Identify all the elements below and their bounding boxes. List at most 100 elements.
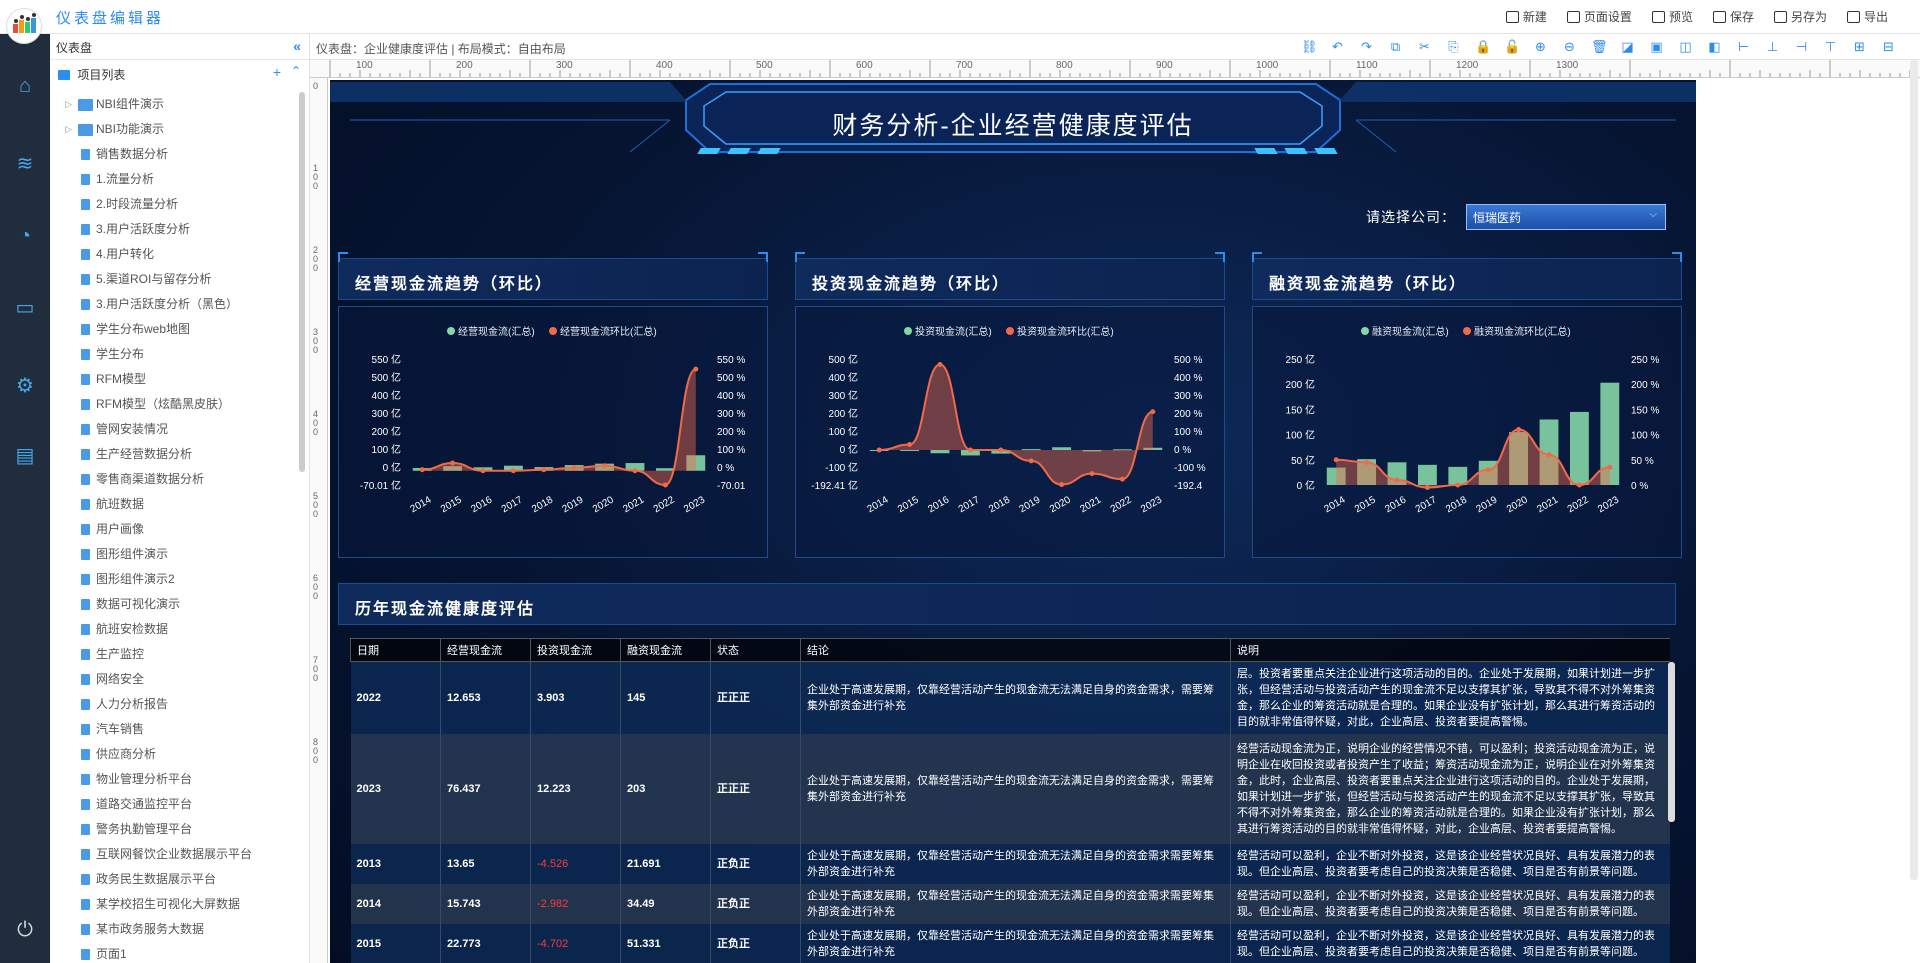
cut-icon[interactable]: ✂ bbox=[1417, 39, 1432, 54]
home-icon[interactable]: ⌂ bbox=[13, 74, 37, 98]
top-action-5[interactable]: 导出 bbox=[1839, 8, 1896, 25]
tree-item[interactable]: 学生分布 bbox=[50, 342, 300, 367]
chart-panel-header: 融资现金流趋势（环比） bbox=[1252, 258, 1682, 300]
top-action-3[interactable]: 保存 bbox=[1705, 8, 1762, 25]
collapse-panel-icon[interactable]: « bbox=[293, 38, 301, 54]
tree-item[interactable]: 5.渠道ROI与留存分析 bbox=[50, 267, 300, 292]
y2-tick-label: -100 % bbox=[1174, 463, 1206, 474]
collapse-up-icon[interactable]: ⌃ bbox=[291, 64, 301, 78]
tree-item[interactable]: 政务民生数据展示平台 bbox=[50, 867, 300, 892]
company-select[interactable]: 恒瑞医药 ⌵ bbox=[1466, 204, 1666, 230]
tree-item[interactable]: 某市政务服务大数据 bbox=[50, 917, 300, 942]
group-icon[interactable]: ◫ bbox=[1678, 39, 1693, 54]
monitor-icon[interactable]: ▭ bbox=[13, 296, 37, 320]
tree-item[interactable]: 人力分析报告 bbox=[50, 692, 300, 717]
database-icon[interactable]: ≋ bbox=[13, 152, 37, 176]
align-right-icon[interactable]: ⊣ bbox=[1794, 39, 1809, 54]
align-center-icon[interactable]: ⊥ bbox=[1765, 39, 1780, 54]
table-cell: 22.773 bbox=[440, 924, 531, 963]
top-action-1[interactable]: 页面设置 bbox=[1559, 8, 1640, 25]
align-bottom-icon[interactable]: ⊟ bbox=[1881, 39, 1896, 54]
top-action-2[interactable]: 预览 bbox=[1644, 8, 1701, 25]
line-point bbox=[937, 361, 943, 367]
tree-item[interactable]: 生产经营数据分析 bbox=[50, 442, 300, 467]
link-icon[interactable]: ⛓ bbox=[1301, 39, 1318, 54]
table-row[interactable]: 2014 15.743 -2.982 34.49 正负正 企业处于高速发展期，仅靠经营活动… bbox=[350, 884, 1670, 924]
document-icon bbox=[81, 874, 90, 885]
align-icon[interactable]: ▣ bbox=[1649, 39, 1664, 54]
table-row[interactable]: 2015 22.773 -4.702 51.331 正负正 企业处于高速发展期，仅靠经营活… bbox=[350, 924, 1670, 963]
tree-item[interactable]: 学生分布web地图 bbox=[50, 317, 300, 342]
power-icon[interactable]: ⏻ bbox=[13, 918, 37, 942]
tree-item[interactable]: 管网安装情况 bbox=[50, 417, 300, 442]
delete-icon[interactable]: 🗑 bbox=[1591, 39, 1608, 54]
tree-item[interactable]: 网络安全 bbox=[50, 667, 300, 692]
table-cell: 2013 bbox=[350, 844, 441, 884]
x-tick-label: 2021 bbox=[621, 494, 646, 515]
tree-item[interactable]: 2.时段流量分析 bbox=[50, 192, 300, 217]
tree-item[interactable]: 互联网餐饮企业数据展示平台 bbox=[50, 842, 300, 867]
page-scrollbar[interactable] bbox=[1910, 60, 1918, 880]
tree-item[interactable]: 用户画像 bbox=[50, 517, 300, 542]
paste-icon[interactable]: ⎘ bbox=[1446, 39, 1461, 54]
settings-icon[interactable]: ⚙ bbox=[13, 374, 37, 398]
tree-item[interactable]: 1.流量分析 bbox=[50, 167, 300, 192]
tree-item[interactable]: 生产监控 bbox=[50, 642, 300, 667]
copy-icon[interactable]: ⧉ bbox=[1388, 39, 1403, 54]
tree-item[interactable]: 供应商分析 bbox=[50, 742, 300, 767]
tree-item[interactable]: 航班安检数据 bbox=[50, 617, 300, 642]
tree-item[interactable]: 警务执勤管理平台 bbox=[50, 817, 300, 842]
table-row[interactable]: 2022 12.653 3.903 145 正正正 企业处于高速发展期，仅靠经营活动产生的… bbox=[350, 661, 1670, 734]
table-row[interactable]: 2013 13.65 -4.526 21.691 正负正 企业处于高速发展期，仅靠经营活动… bbox=[350, 844, 1670, 884]
unlock-icon[interactable]: 🔓 bbox=[1504, 39, 1520, 54]
column-header: 投资现金流 bbox=[530, 638, 621, 662]
dashboard-icon[interactable]: ◔ bbox=[13, 224, 37, 248]
tree-item[interactable]: 物业管理分析平台 bbox=[50, 767, 300, 792]
add-icon[interactable]: + bbox=[273, 64, 281, 80]
tree-item[interactable]: 道路交通监控平台 bbox=[50, 792, 300, 817]
table-cell: 经营活动可以盈利，企业不断对外投资，这是该企业经营状况良好、具有发展潜力的表现。… bbox=[1230, 924, 1670, 963]
expand-arrow-icon[interactable]: ▷ bbox=[65, 117, 72, 142]
ungroup-icon[interactable]: ◧ bbox=[1707, 39, 1722, 54]
tree-item[interactable]: 3.用户活跃度分析 bbox=[50, 217, 300, 242]
tree-item-label: 道路交通监控平台 bbox=[96, 797, 193, 811]
tree-item[interactable]: 航班数据 bbox=[50, 492, 300, 517]
align-left-icon[interactable]: ⊢ bbox=[1736, 39, 1751, 54]
tree-item[interactable]: 图形组件演示2 bbox=[50, 567, 300, 592]
align-middle-icon[interactable]: ⊞ bbox=[1852, 39, 1867, 54]
tree-item-label: 4.用户转化 bbox=[96, 247, 155, 261]
redo-icon[interactable]: ↷ bbox=[1359, 39, 1374, 54]
top-action-0[interactable]: 新建 bbox=[1498, 8, 1555, 25]
tree-item[interactable]: 数据可视化演示 bbox=[50, 592, 300, 617]
new-icon bbox=[1505, 10, 1519, 23]
undo-icon[interactable]: ↶ bbox=[1330, 39, 1345, 54]
tree-item[interactable]: RFM模型（炫酷黑皮肤） bbox=[50, 392, 300, 417]
tree-item[interactable]: ▷ NBI功能演示 bbox=[50, 117, 300, 142]
tree-item[interactable]: ▷ NBI组件演示 bbox=[50, 92, 300, 117]
tree-item[interactable]: 4.用户转化 bbox=[50, 242, 300, 267]
expand-arrow-icon[interactable]: ▷ bbox=[65, 92, 72, 117]
line-point bbox=[632, 468, 638, 474]
align-top-icon[interactable]: ⊤ bbox=[1823, 39, 1838, 54]
tree-item[interactable]: 图形组件演示 bbox=[50, 542, 300, 567]
tree-item[interactable]: 汽车销售 bbox=[50, 717, 300, 742]
tree-item[interactable]: 零售商渠道数据分析 bbox=[50, 467, 300, 492]
tree-item[interactable]: RFM模型 bbox=[50, 367, 300, 392]
zoom-out-icon[interactable]: ⊖ bbox=[1562, 39, 1577, 54]
table-row[interactable]: 2023 76.437 12.223 203 正正正 企业处于高速发展期，仅靠经营活动产生… bbox=[350, 734, 1670, 844]
save-icon bbox=[1712, 10, 1726, 23]
tree-item[interactable]: 3.用户活跃度分析（黑色） bbox=[50, 292, 300, 317]
tree-item[interactable]: 某学校招生可视化大屏数据 bbox=[50, 892, 300, 917]
top-action-4[interactable]: 另存为 bbox=[1766, 8, 1835, 25]
x-tick-label: 2022 bbox=[652, 494, 677, 515]
tree-item[interactable]: 销售数据分析 bbox=[50, 142, 300, 167]
lock-icon[interactable]: 🔒 bbox=[1475, 39, 1491, 54]
tree-item[interactable]: 页面1 bbox=[50, 942, 300, 963]
zoom-in-icon[interactable]: ⊕ bbox=[1533, 39, 1548, 54]
layer-icon[interactable]: ◪ bbox=[1620, 39, 1635, 54]
legend-marker bbox=[1006, 327, 1014, 335]
table-scrollbar[interactable] bbox=[1668, 662, 1675, 822]
legend-marker bbox=[904, 327, 912, 335]
left-panel-scrollbar[interactable] bbox=[299, 92, 305, 472]
pdf-icon[interactable]: ▤ bbox=[13, 444, 37, 468]
